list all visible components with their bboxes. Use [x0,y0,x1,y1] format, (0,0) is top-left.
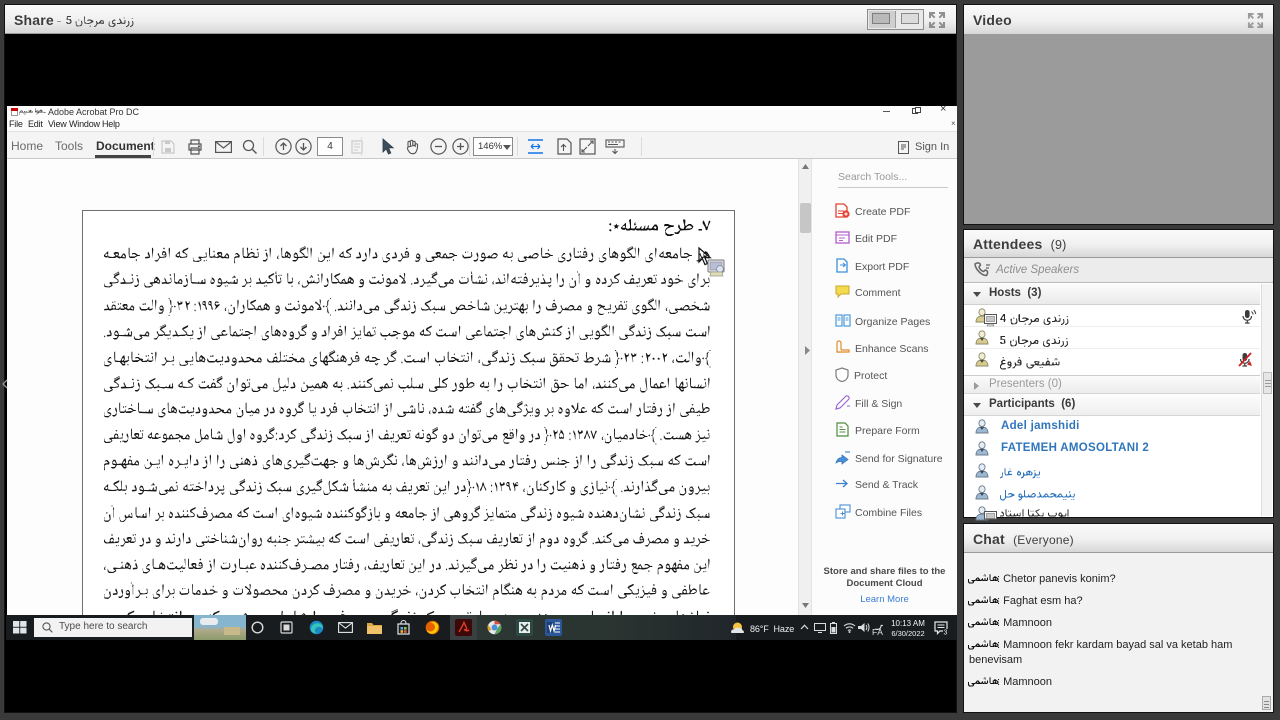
svg-text:3: 3 [944,630,948,637]
